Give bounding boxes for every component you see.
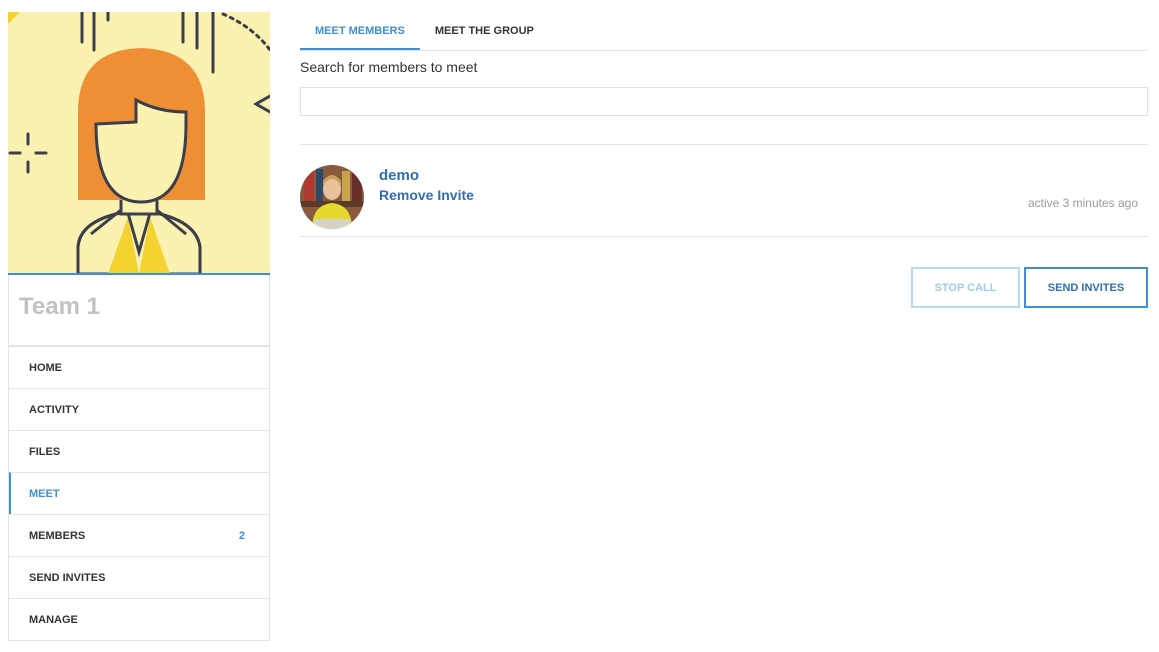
- member-row: demo Remove Invite active 3 minutes ago: [300, 145, 1148, 237]
- member-search-input[interactable]: [300, 87, 1148, 116]
- member-name-link[interactable]: demo: [379, 167, 419, 184]
- sidebar-item-label: ACTIVITY: [29, 403, 80, 416]
- sidebar-item-send-invites[interactable]: SEND INVITES: [9, 556, 269, 598]
- team-name: Team 1: [19, 293, 100, 320]
- sidebar-item-members[interactable]: MEMBERS 2: [9, 514, 269, 556]
- member-activity-status: active 3 minutes ago: [1027, 196, 1138, 210]
- remove-invite-link[interactable]: Remove Invite: [379, 187, 474, 203]
- team-cover-image: [8, 12, 270, 275]
- avatar: [300, 165, 364, 229]
- tab-bar: MEET MEMBERS MEET THE GROUP: [300, 12, 1148, 51]
- tab-meet-the-group[interactable]: MEET THE GROUP: [420, 12, 549, 50]
- sidebar-item-label: HOME: [29, 361, 62, 374]
- sidebar-item-label: MEMBERS: [29, 529, 86, 542]
- sidebar-item-label: SEND INVITES: [29, 571, 106, 584]
- sidebar-item-home[interactable]: HOME: [9, 346, 269, 388]
- team-header: Team 1: [8, 275, 270, 346]
- search-label: Search for members to meet: [300, 59, 478, 75]
- sidebar-item-label: MEET: [29, 487, 60, 500]
- sidebar-nav: HOME ACTIVITY FILES MEET MEMBERS 2 SEND …: [8, 346, 270, 641]
- sidebar-item-activity[interactable]: ACTIVITY: [9, 388, 269, 430]
- stop-call-button[interactable]: STOP CALL: [911, 267, 1020, 308]
- sidebar-item-label: MANAGE: [29, 613, 78, 626]
- sidebar-item-manage[interactable]: MANAGE: [9, 598, 269, 640]
- sidebar-item-files[interactable]: FILES: [9, 430, 269, 472]
- call-actions: STOP CALL SEND INVITES: [300, 267, 1148, 308]
- sidebar-item-label: FILES: [29, 445, 61, 458]
- tab-meet-members[interactable]: MEET MEMBERS: [300, 12, 420, 50]
- main-content: MEET MEMBERS MEET THE GROUP Search for m…: [300, 12, 1148, 308]
- sidebar-item-meet[interactable]: MEET: [9, 472, 269, 514]
- members-count-badge: 2: [238, 529, 245, 542]
- sidebar: Team 1 HOME ACTIVITY FILES MEET MEMBERS …: [8, 12, 270, 641]
- send-invites-button[interactable]: SEND INVITES: [1024, 267, 1148, 308]
